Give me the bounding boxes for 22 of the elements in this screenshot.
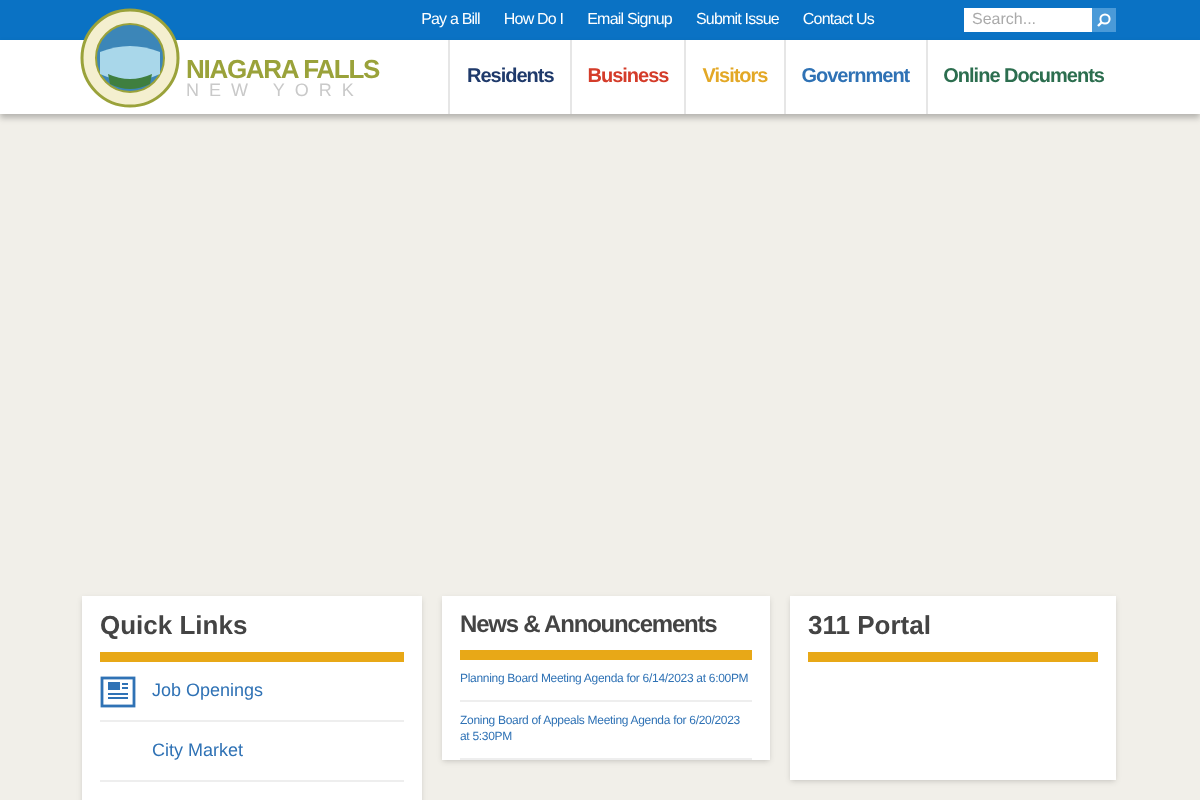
utility-link[interactable]: Submit Issue: [695, 8, 779, 32]
nav-link[interactable]: Business: [569, 40, 685, 114]
card-title: 311 Portal: [808, 612, 1098, 662]
search-button[interactable]: [1092, 8, 1116, 32]
nav-link[interactable]: Government: [783, 40, 926, 114]
utility-link[interactable]: How Do I: [503, 8, 564, 32]
city-seal-logo[interactable]: [80, 8, 180, 108]
quick-link[interactable]: Job Openings: [100, 662, 404, 722]
quick-link-label: Job Openings: [152, 677, 264, 704]
search-icon: [1096, 12, 1112, 28]
nav-link[interactable]: Residents: [448, 40, 570, 114]
newspaper-icon: [100, 675, 136, 707]
search-field[interactable]: Search...: [964, 8, 1092, 32]
utility-link[interactable]: Pay a Bill: [421, 8, 480, 32]
utility-link[interactable]: Contact Us: [802, 8, 874, 32]
logo-title: NIAGARA FALLS: [186, 55, 380, 81]
utility-link[interactable]: Email Signup: [587, 8, 672, 32]
quick-link[interactable]: City Market: [100, 722, 404, 782]
card-title: News & Announcements: [460, 612, 752, 660]
quick-link-label: City Market: [152, 737, 244, 764]
card-title: Quick Links: [100, 612, 404, 662]
nav-link[interactable]: Online Documents: [925, 40, 1120, 114]
